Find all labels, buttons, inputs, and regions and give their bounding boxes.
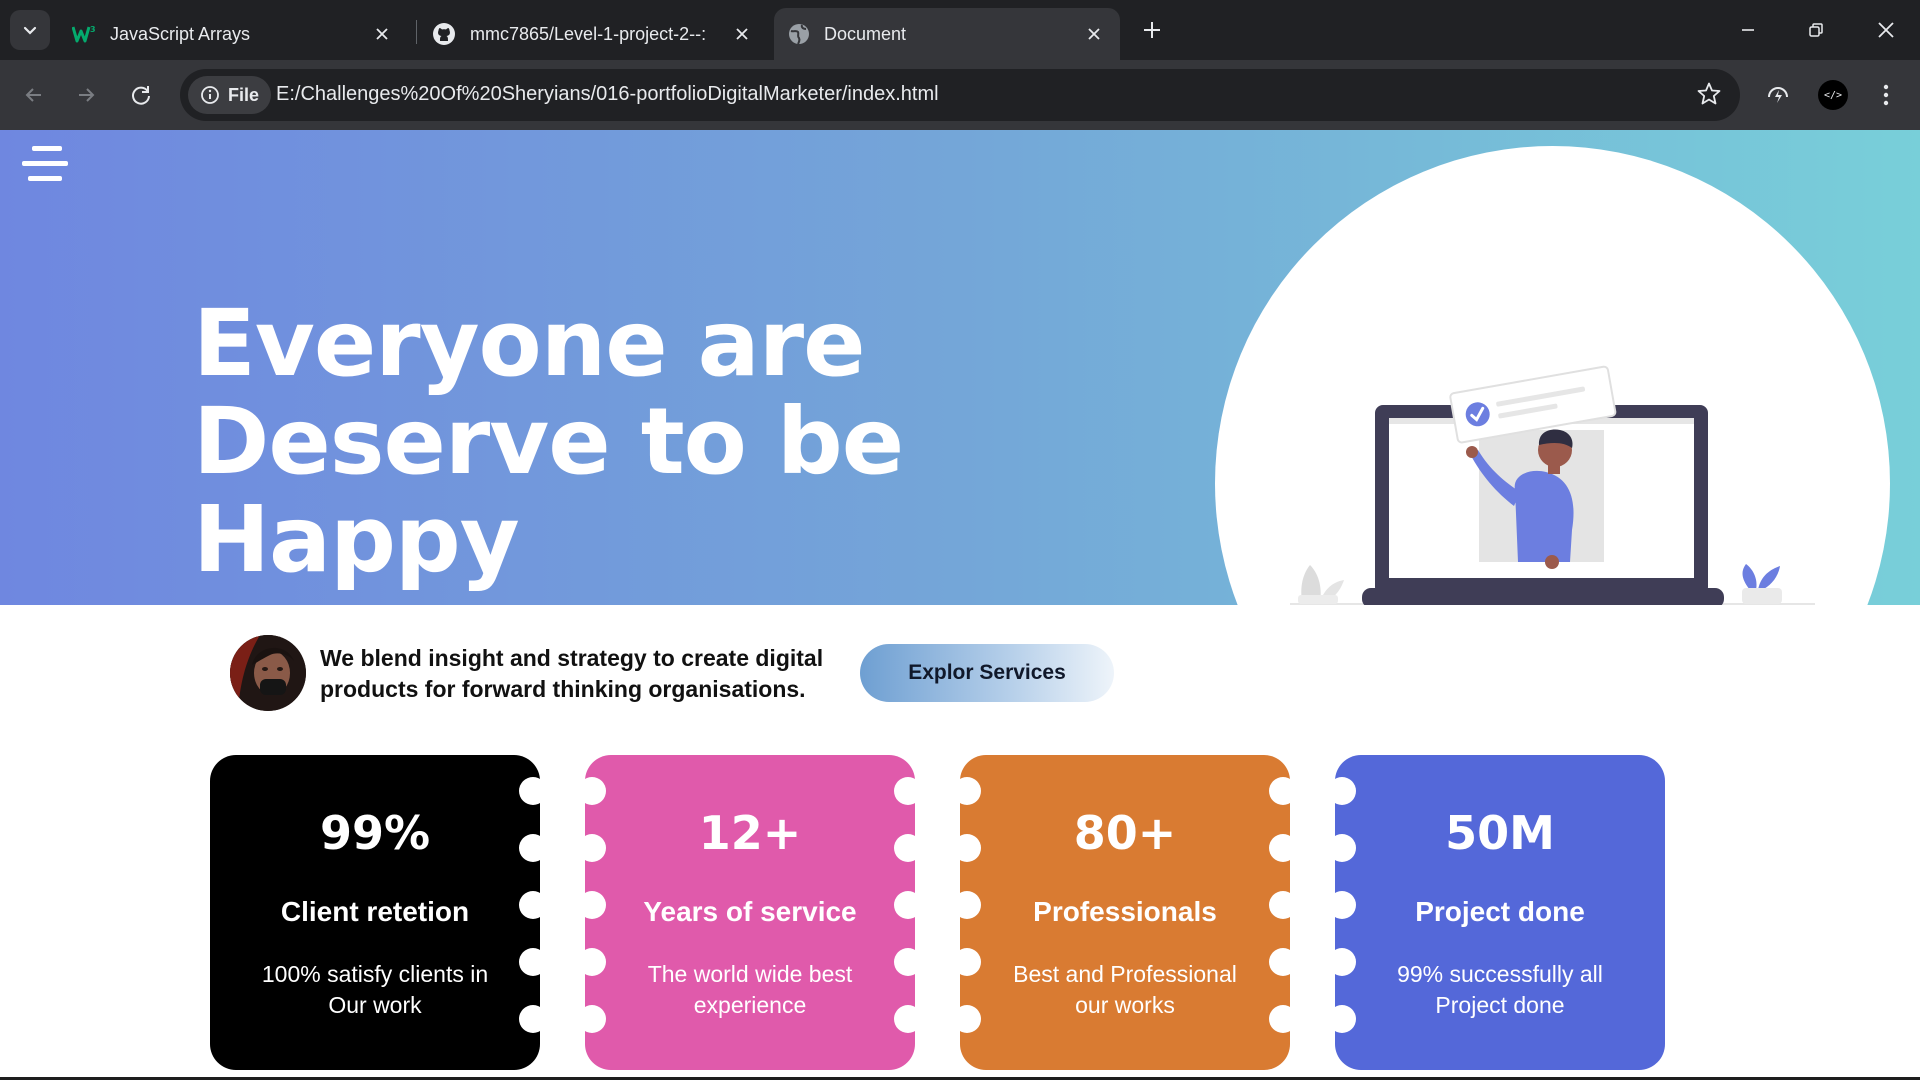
close-icon[interactable] [1082,22,1106,46]
close-icon[interactable] [370,22,394,46]
minimize-button[interactable] [1725,10,1771,50]
new-tab-button[interactable] [1136,14,1168,46]
stat-value: 12+ [698,806,802,860]
close-icon[interactable] [730,22,754,46]
info-icon [201,86,219,104]
browser-menu-button[interactable] [1868,77,1904,113]
stat-value: 80+ [1073,806,1177,860]
stat-label: Professionals [1033,896,1217,927]
browser-toolbar: File E:/Challenges%20Of%20Sheryians/016-… [0,60,1920,130]
intro-text: We blend insight and strategy to create … [320,645,824,702]
hero-section: Everyone are Deserve to be Happy [0,130,1920,605]
stat-card-client-retention: 99% Client retetion 100% satisfy clients… [210,755,547,1070]
close-icon [1878,22,1894,38]
bookmark-star-icon[interactable] [1696,81,1722,107]
stat-label: Years of service [643,896,857,927]
tab-title: Document [824,23,907,44]
code-icon: </> [1818,80,1848,110]
stat-card-years-of-service: 12+ Years of service The world wide best… [578,755,922,1070]
tab-search-button[interactable] [10,10,50,50]
svg-text:3: 3 [90,25,96,34]
tab-title: mmc7865/Level-1-project-2--: [470,23,707,44]
explore-services-button[interactable]: Explor Services [860,644,1114,702]
reload-icon [132,86,150,105]
restore-icon [1809,23,1823,37]
stat-card-project-done: 50M Project done 99% successfully all Pr… [1328,755,1665,1070]
menu-icon[interactable] [22,142,68,186]
forward-button[interactable] [68,77,104,113]
browser-tabstrip: 3 JavaScript Arrays mmc7865/Level-1-proj… [0,0,1920,60]
stat-description: Best and Professional our works [1013,961,1237,1018]
stat-label: Client retetion [280,896,470,927]
stat-value: 50M [1445,806,1555,860]
arrow-left-icon [25,88,41,102]
stat-description: 100% satisfy clients in Our work [261,961,489,1018]
chevron-down-icon [23,26,37,35]
url-text[interactable]: E:/Challenges%20Of%20Sheryians/016-portf… [276,83,939,106]
site-info-chip[interactable]: File [188,76,272,114]
plus-icon [1144,22,1160,38]
stat-description: 99% successfully all Project done [1397,961,1603,1018]
stat-description: The world wide best experience [647,961,853,1018]
tab-title: JavaScript Arrays [110,23,251,44]
github-icon [433,23,455,45]
reload-button[interactable] [123,77,159,113]
laptop-person-illustration [1290,365,1815,605]
tab-document[interactable]: Document [774,8,1120,60]
stat-label: Project done [1415,896,1585,927]
globe-icon [789,24,809,45]
stat-card-professionals: 80+ Professionals Best and Professional … [953,755,1297,1070]
hero-title-line-1: Everyone are [193,290,866,397]
minimize-icon [1742,29,1754,31]
file-chip-label: File [228,84,260,105]
avatar [230,635,306,711]
tab-github-repo[interactable]: mmc7865/Level-1-project-2--: [418,8,768,60]
close-window-button[interactable] [1863,10,1909,50]
hero-title: Everyone are Deserve to be Happy [193,295,913,589]
address-bar[interactable]: File E:/Challenges%20Of%20Sheryians/016-… [180,69,1740,121]
tab-separator [416,20,417,44]
more-vert-icon [1883,84,1889,106]
hero-title-line-2: Deserve to be [193,388,904,495]
restore-button[interactable] [1793,10,1839,50]
intro-row: We blend insight and strategy to create … [230,635,1130,711]
arrow-right-icon [79,88,95,102]
speed-icon [1768,87,1788,103]
performance-button[interactable] [1760,77,1796,113]
back-button[interactable] [16,77,52,113]
hero-title-line-3: Happy [193,486,520,593]
stat-value: 99% [319,806,431,860]
devtools-extension-button[interactable]: </> [1815,77,1851,113]
w3schools-icon: 3 [72,25,96,43]
tab-javascript-arrays[interactable]: 3 JavaScript Arrays [58,8,408,60]
